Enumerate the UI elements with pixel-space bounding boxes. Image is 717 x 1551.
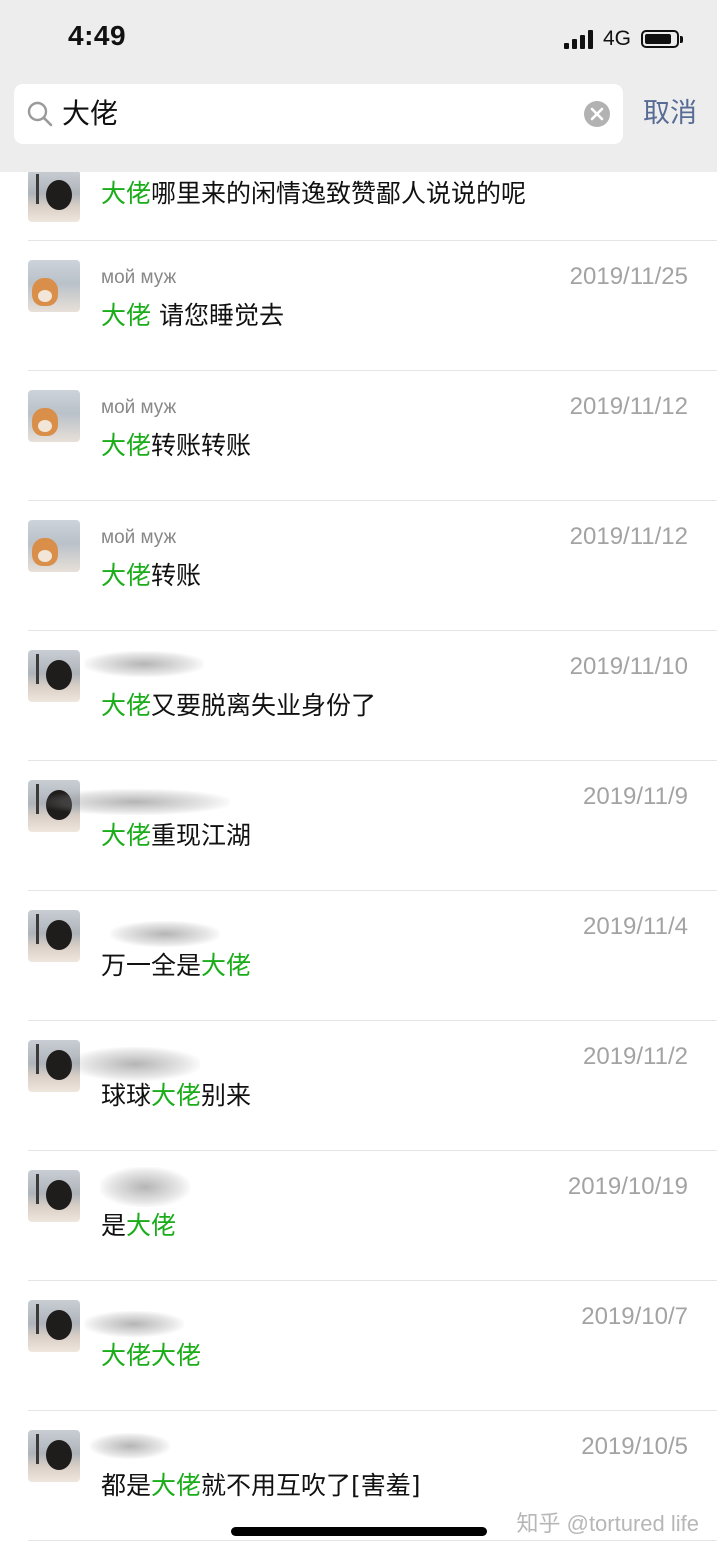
home-indicator[interactable]	[231, 1527, 487, 1536]
message-snippet: 是大佬	[101, 1211, 177, 1240]
result-row[interactable]: 2019/11/2 球球大佬别来	[0, 1021, 717, 1151]
message-snippet: 大佬重现江湖	[101, 821, 252, 850]
contact-avatar	[28, 1430, 80, 1482]
message-date: 2019/10/5	[581, 1433, 688, 1460]
result-row[interactable]: мой муж 2019/11/12 大佬转账转账	[0, 371, 717, 501]
row-divider	[28, 1540, 717, 1541]
contact-name: мой муж	[101, 267, 177, 288]
contact-avatar	[28, 520, 80, 572]
blurred-name	[110, 921, 220, 947]
result-row[interactable]: 2019/10/7 大佬大佬	[0, 1281, 717, 1411]
message-snippet: 万一全是大佬	[101, 951, 252, 980]
search-header: 4:49 4G 大佬 取消	[0, 0, 717, 172]
blurred-name	[84, 651, 204, 677]
result-row[interactable]: мой муж 2019/11/25 大佬 请您睡觉去	[0, 241, 717, 371]
contact-avatar	[28, 1300, 80, 1352]
message-date: 2019/11/2	[583, 1043, 688, 1070]
message-date: 2019/11/9	[583, 783, 688, 810]
blurred-name	[100, 1167, 190, 1207]
search-input[interactable]: 大佬	[62, 94, 118, 134]
message-date: 2019/11/10	[569, 653, 688, 680]
watermark: 知乎 @tortured life	[516, 1511, 700, 1536]
search-field[interactable]: 大佬	[14, 84, 623, 144]
message-date: 2019/11/12	[569, 523, 688, 550]
message-snippet: 球球大佬别来	[101, 1081, 252, 1110]
network-type: 4G	[602, 27, 631, 50]
contact-name: мой муж	[101, 397, 177, 418]
message-date: 2019/11/25	[569, 263, 688, 290]
status-time: 4:49	[68, 20, 127, 51]
cancel-button[interactable]: 取消	[643, 95, 697, 133]
message-date: 2019/10/7	[581, 1303, 688, 1330]
result-row[interactable]: 2019/10/19 是大佬	[0, 1151, 717, 1281]
result-row[interactable]: 2019/11/9 大佬重现江湖	[0, 761, 717, 891]
blurred-name	[84, 1311, 184, 1337]
result-row[interactable]: 2019/11/10 大佬又要脱离失业身份了	[0, 631, 717, 761]
blurred-name	[70, 1047, 200, 1081]
message-date: 2019/10/19	[567, 1173, 688, 1200]
message-snippet: 大佬大佬	[101, 1341, 202, 1370]
contact-avatar	[28, 650, 80, 702]
contact-name: мой муж	[101, 527, 177, 548]
contact-avatar	[28, 260, 80, 312]
message-snippet: 大佬哪里来的闲情逸致赞鄙人说说的呢	[101, 179, 527, 208]
message-snippet: 大佬转账	[101, 561, 202, 590]
blurred-name	[90, 1433, 170, 1459]
clear-icon[interactable]	[583, 100, 611, 128]
message-snippet: 大佬 请您睡觉去	[101, 301, 284, 330]
contact-avatar	[28, 1170, 80, 1222]
battery-icon	[641, 30, 683, 48]
message-date: 2019/11/12	[569, 393, 688, 420]
cellular-signal-icon	[563, 29, 593, 49]
message-snippet: 大佬又要脱离失业身份了	[101, 691, 377, 720]
message-snippet: 大佬转账转账	[101, 431, 252, 460]
blurred-name	[40, 789, 230, 815]
status-indicators: 4G	[563, 26, 683, 52]
contact-avatar	[28, 390, 80, 442]
contact-avatar	[28, 910, 80, 962]
contact-avatar	[28, 170, 80, 222]
message-snippet: 都是大佬就不用互吹了[害羞]	[101, 1471, 421, 1500]
search-icon	[27, 101, 53, 127]
result-row[interactable]: мой муж 2019/11/12 大佬转账	[0, 501, 717, 631]
message-date: 2019/11/4	[583, 913, 688, 940]
result-row[interactable]: 2019/11/4 万一全是大佬	[0, 891, 717, 1021]
